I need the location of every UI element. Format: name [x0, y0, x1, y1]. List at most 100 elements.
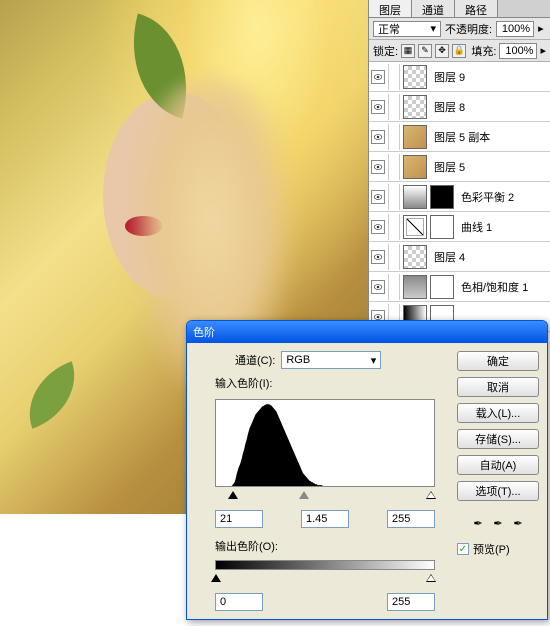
- preview-label: 预览(P): [473, 541, 510, 557]
- eyedropper-gray-icon[interactable]: ✒: [490, 515, 506, 531]
- channel-select[interactable]: RGB ▾: [281, 351, 381, 369]
- opacity-value: 100%: [502, 23, 530, 35]
- input-white-field[interactable]: 255: [387, 510, 435, 528]
- link-column: [388, 64, 400, 90]
- input-gamma-field[interactable]: 1.45: [301, 510, 349, 528]
- layer-name-label: 图层 4: [434, 249, 465, 265]
- layer-thumbnail[interactable]: [403, 125, 427, 149]
- visibility-toggle[interactable]: [371, 100, 385, 114]
- output-gradient: [215, 560, 435, 571]
- preview-checkbox[interactable]: ✓: [457, 543, 469, 555]
- lock-brush-icon[interactable]: ✎: [418, 44, 432, 58]
- output-slider-track[interactable]: [215, 576, 435, 587]
- layer-name-label: 图层 5 副本: [434, 129, 490, 145]
- layer-mask-thumbnail[interactable]: [430, 275, 454, 299]
- layer-mask-thumbnail[interactable]: [430, 215, 454, 239]
- layer-name-label: 图层 5: [434, 159, 465, 175]
- auto-button[interactable]: 自动(A): [457, 455, 539, 475]
- output-white-field[interactable]: 255: [387, 593, 435, 611]
- layer-row[interactable]: 图层 8: [369, 92, 550, 122]
- leaf-decoration: [15, 361, 88, 429]
- layer-thumbnail[interactable]: [403, 215, 427, 239]
- layer-name-label: 图层 9: [434, 69, 465, 85]
- layer-mask-thumbnail[interactable]: [430, 185, 454, 209]
- layer-thumbnail[interactable]: [403, 95, 427, 119]
- save-button[interactable]: 存储(S)...: [457, 429, 539, 449]
- tab-paths[interactable]: 路径: [455, 0, 498, 17]
- preview-checkbox-row[interactable]: ✓ 预览(P): [457, 541, 539, 557]
- lock-transparency-icon[interactable]: ▦: [401, 44, 415, 58]
- layer-name-label: 色相/饱和度 1: [461, 279, 528, 295]
- white-point-slider[interactable]: [426, 491, 436, 499]
- output-black-field[interactable]: 0: [215, 593, 263, 611]
- tab-channels[interactable]: 通道: [412, 0, 455, 17]
- lock-move-icon[interactable]: ✥: [435, 44, 449, 58]
- output-white-slider[interactable]: [426, 574, 436, 582]
- chevron-right-icon[interactable]: ▸: [538, 22, 544, 35]
- layer-thumbnail[interactable]: [403, 245, 427, 269]
- link-column: [388, 184, 400, 210]
- opacity-label: 不透明度:: [445, 21, 492, 37]
- fill-label: 填充:: [471, 43, 496, 59]
- output-black-slider[interactable]: [211, 574, 221, 582]
- tab-layers[interactable]: 图层: [369, 0, 412, 17]
- black-point-slider[interactable]: [228, 491, 238, 499]
- layer-row[interactable]: 色彩平衡 2: [369, 182, 550, 212]
- load-button[interactable]: 载入(L)...: [457, 403, 539, 423]
- layer-thumbnail[interactable]: [403, 155, 427, 179]
- histogram: [215, 399, 435, 487]
- chevron-right-icon[interactable]: ▸: [540, 44, 546, 57]
- input-black-field[interactable]: 21: [215, 510, 263, 528]
- layer-row[interactable]: 图层 4: [369, 242, 550, 272]
- chevron-down-icon: ▾: [371, 354, 377, 367]
- fill-input[interactable]: 100%: [499, 43, 537, 59]
- layer-name-label: 色彩平衡 2: [461, 189, 514, 205]
- visibility-toggle[interactable]: [371, 70, 385, 84]
- channel-label: 通道(C):: [235, 352, 275, 368]
- output-levels-label: 输出色阶(O):: [215, 538, 449, 554]
- blend-mode-value: 正常: [378, 21, 400, 37]
- fill-value: 100%: [505, 45, 533, 57]
- visibility-toggle[interactable]: [371, 250, 385, 264]
- dialog-title: 色阶: [193, 324, 215, 340]
- cancel-button[interactable]: 取消: [457, 377, 539, 397]
- eyedropper-white-icon[interactable]: ✒: [510, 515, 526, 531]
- layer-thumbnail[interactable]: [403, 275, 427, 299]
- link-column: [388, 124, 400, 150]
- blend-mode-row: 正常 ▾ 不透明度: 100% ▸: [369, 18, 550, 40]
- link-column: [388, 274, 400, 300]
- lock-row: 锁定: ▦ ✎ ✥ 🔒 填充: 100% ▸: [369, 40, 550, 62]
- panel-tabs: 图层 通道 路径: [369, 0, 550, 18]
- layer-row[interactable]: 图层 5 副本: [369, 122, 550, 152]
- gamma-slider[interactable]: [299, 491, 309, 499]
- options-button[interactable]: 选项(T)...: [457, 481, 539, 501]
- lock-all-icon[interactable]: 🔒: [452, 44, 466, 58]
- link-column: [388, 214, 400, 240]
- levels-dialog: 色阶 通道(C): RGB ▾ 输入色阶(I): 21 1.45: [186, 320, 548, 620]
- eyedropper-black-icon[interactable]: ✒: [470, 515, 486, 531]
- chevron-down-icon: ▾: [430, 22, 436, 35]
- face-region: [103, 93, 243, 299]
- layer-thumbnail[interactable]: [403, 65, 427, 89]
- layer-thumbnail[interactable]: [403, 185, 427, 209]
- blend-mode-select[interactable]: 正常 ▾: [373, 21, 441, 37]
- channel-value: RGB: [286, 354, 310, 366]
- layer-row[interactable]: 曲线 1: [369, 212, 550, 242]
- layer-row[interactable]: 图层 9: [369, 62, 550, 92]
- input-slider-track[interactable]: [215, 493, 435, 504]
- lips-region: [125, 216, 162, 237]
- dialog-titlebar[interactable]: 色阶: [187, 321, 547, 343]
- layer-name-label: 图层 8: [434, 99, 465, 115]
- eyedropper-row: ✒ ✒ ✒: [457, 515, 539, 531]
- link-column: [388, 94, 400, 120]
- layer-row[interactable]: 图层 5: [369, 152, 550, 182]
- opacity-input[interactable]: 100%: [496, 21, 534, 37]
- visibility-toggle[interactable]: [371, 130, 385, 144]
- ok-button[interactable]: 确定: [457, 351, 539, 371]
- visibility-toggle[interactable]: [371, 160, 385, 174]
- link-column: [388, 154, 400, 180]
- visibility-toggle[interactable]: [371, 280, 385, 294]
- visibility-toggle[interactable]: [371, 190, 385, 204]
- layer-row[interactable]: 色相/饱和度 1: [369, 272, 550, 302]
- visibility-toggle[interactable]: [371, 220, 385, 234]
